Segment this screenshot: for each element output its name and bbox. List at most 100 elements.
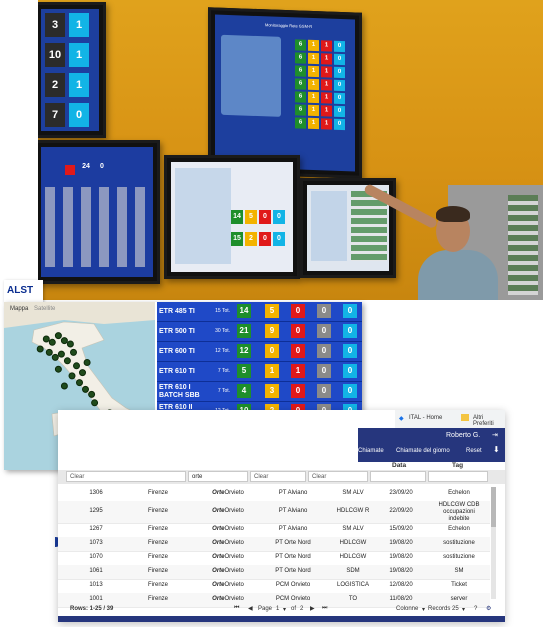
- center-screen-caption: [221, 127, 261, 138]
- filter-search-orte[interactable]: orte: [188, 471, 248, 482]
- bookmark-ital-home[interactable]: ITAL - Home: [409, 415, 442, 421]
- cell-route-rest: Orvieto: [224, 540, 244, 546]
- train-location-marker[interactable]: [91, 399, 99, 407]
- train-row[interactable]: ETR 610 TI 7 Tot. 5 1 1 0 0: [157, 362, 362, 382]
- columns-dropdown-icon[interactable]: ▾: [422, 606, 425, 613]
- train-location-marker[interactable]: [48, 338, 56, 346]
- filter-clear-3[interactable]: Clear: [308, 471, 368, 482]
- train-location-marker[interactable]: [45, 348, 53, 356]
- table-scrollbar[interactable]: [491, 487, 496, 599]
- columns-menu[interactable]: Colonne: [396, 606, 418, 612]
- bottom-left-monitor: 24 0: [38, 140, 160, 284]
- filter-clear-2[interactable]: Clear: [250, 471, 306, 482]
- page-dropdown-icon[interactable]: ▾: [283, 606, 286, 613]
- train-location-marker[interactable]: [54, 332, 62, 340]
- train-total: 30 Tot.: [215, 328, 230, 334]
- train-location-marker[interactable]: [42, 335, 50, 343]
- train-location-marker[interactable]: [79, 369, 86, 377]
- filter-tag[interactable]: [428, 471, 488, 482]
- cell-route-bold: Orte: [212, 508, 225, 514]
- train-info-count: 0: [343, 344, 357, 358]
- train-alarm-count: 0: [291, 324, 305, 338]
- train-location-marker[interactable]: [82, 385, 89, 393]
- middle-stat-cell: 5: [245, 210, 257, 224]
- train-name: ETR 500 TI: [159, 322, 195, 341]
- left-tile-number: 3: [45, 13, 65, 37]
- control-room-photo: 3 1 10 1 2 1 7 0 Monitoraggio Rete GSM-R 611061…: [38, 0, 543, 300]
- person-shirt: [418, 250, 498, 300]
- train-row[interactable]: ETR 485 TI 15 Tot. 14 5 0 0 0: [157, 302, 362, 322]
- column-header-tag[interactable]: Tag: [452, 462, 463, 469]
- train-location-marker[interactable]: [83, 359, 91, 366]
- cell-route: OrteOrvieto: [198, 490, 258, 496]
- center-stat-cell: 6: [295, 65, 306, 77]
- train-location-marker[interactable]: [63, 357, 71, 365]
- map-tab-satellite[interactable]: Satellite: [34, 306, 55, 312]
- user-name[interactable]: Roberto G.: [446, 432, 480, 439]
- table-row[interactable]: 1073 Firenze OrteOrvieto PT Orte Nord HDLCGW…: [58, 537, 490, 552]
- alstom-logo: ALST: [4, 280, 43, 302]
- map-tab-mappa[interactable]: Mappa: [10, 306, 28, 312]
- records-size[interactable]: 25: [452, 606, 459, 612]
- train-row[interactable]: ETR 600 TI 12 Tot. 12 0 0 0 0: [157, 342, 362, 362]
- middle-stat-cell: 0: [273, 210, 285, 224]
- next-page-icon[interactable]: ▶: [310, 605, 315, 612]
- cell-route: OrteOrvieto: [198, 526, 258, 532]
- cell-route: OrteOrvieto: [198, 540, 258, 546]
- table-row[interactable]: 1013 Firenze OrteOrvieto PCM Orvieto LOGISTI…: [58, 579, 490, 594]
- train-total: 7 Tot.: [217, 388, 230, 394]
- table-row[interactable]: 1306 Firenze OrteOrvieto PT Alviano SM ALV 23…: [58, 487, 490, 502]
- reset-button[interactable]: Reset: [466, 448, 482, 454]
- train-location-marker[interactable]: [73, 362, 80, 370]
- train-location-marker[interactable]: [68, 372, 76, 380]
- train-location-marker[interactable]: [36, 345, 44, 353]
- center-stat-cell: 1: [308, 65, 319, 78]
- center-stat-cell: 1: [308, 39, 319, 52]
- cell-id: 1073: [89, 540, 103, 546]
- train-model: ETR 500 TI: [159, 328, 195, 335]
- train-location-marker[interactable]: [54, 365, 62, 373]
- train-location-marker[interactable]: [70, 348, 77, 356]
- center-stat-cell: 6: [295, 104, 306, 116]
- records-dropdown-icon[interactable]: ▾: [462, 606, 465, 613]
- chiamate-button[interactable]: Chiamate: [358, 448, 384, 454]
- train-row[interactable]: ETR 500 TI 30 Tot. 21 9 0 0 0: [157, 322, 362, 342]
- train-total: 12 Tot.: [215, 348, 230, 354]
- middle-stat-cell: 14: [231, 210, 243, 224]
- page-label: Page: [258, 606, 273, 612]
- train-location-marker[interactable]: [60, 337, 68, 345]
- settings-icon[interactable]: ⚙: [486, 605, 491, 612]
- column-header-data[interactable]: Data: [392, 462, 406, 469]
- chiamate-del-giorno-button[interactable]: Chiamate del giorno: [396, 448, 450, 454]
- train-location-marker[interactable]: [76, 379, 83, 387]
- train-location-marker[interactable]: [60, 382, 68, 390]
- help-icon[interactable]: ?: [474, 606, 477, 612]
- train-row[interactable]: ETR 610 I BATCH SBB 7 Tot. 4 3 0 0 0: [157, 382, 362, 402]
- bookmark-altri-preferiti[interactable]: Altri Preferiti: [473, 415, 505, 427]
- train-offline-count: 0: [317, 344, 331, 358]
- logout-icon[interactable]: ⇥: [492, 431, 498, 439]
- last-page-icon[interactable]: ⏭: [322, 605, 327, 612]
- center-stat-cell: 0: [334, 118, 345, 131]
- train-warning-count: 5: [265, 304, 279, 318]
- train-location-marker[interactable]: [57, 350, 65, 358]
- table-row[interactable]: 1267 Firenze OrteOrvieto PT Alviano SM ALV 15…: [58, 523, 490, 538]
- cell-tag: HDLCGW CDB occupazioni indebite: [438, 502, 480, 522]
- table-row[interactable]: 1295 Firenze OrteOrvieto PT Alviano HDLCGW R…: [58, 501, 490, 524]
- train-name: ETR 485 TI: [159, 302, 195, 321]
- download-icon[interactable]: ⬇: [493, 445, 500, 454]
- filter-clear-1[interactable]: Clear: [66, 471, 186, 482]
- table-row[interactable]: 1070 Firenze OrteOrvieto PT Orte Nord HDLCGW…: [58, 551, 490, 566]
- train-location-marker[interactable]: [51, 353, 59, 361]
- page-number[interactable]: 1: [276, 606, 279, 612]
- cell-route: OrteOrvieto: [198, 568, 258, 574]
- cell-route-rest: Orvieto: [224, 526, 244, 532]
- scrollbar-thumb[interactable]: [491, 487, 496, 527]
- prev-page-icon[interactable]: ◀: [248, 605, 253, 612]
- train-location-marker[interactable]: [66, 340, 74, 348]
- train-location-marker[interactable]: [88, 390, 96, 398]
- filter-data[interactable]: [370, 471, 426, 482]
- first-page-icon[interactable]: ⏮: [234, 605, 239, 612]
- table-row[interactable]: 1061 Firenze OrteOrvieto PT Orte Nord SDM 19/…: [58, 565, 490, 580]
- left-monitor-screen: 3 1 10 1 2 1 7 0: [41, 9, 99, 131]
